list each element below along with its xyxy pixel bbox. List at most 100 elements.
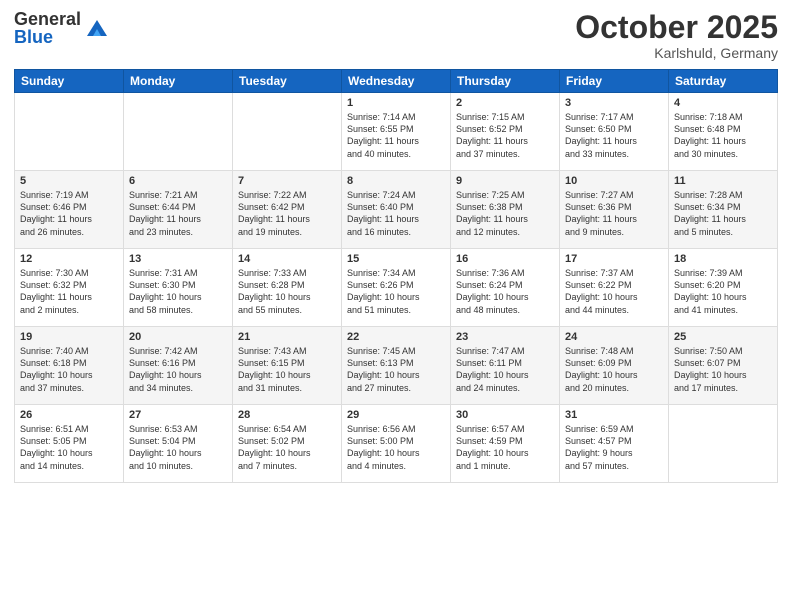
day-number: 14 — [238, 253, 336, 265]
calendar-day-30: 30 Sunrise: 6:57 AM Sunset: 4:59 PM Dayli… — [451, 405, 560, 483]
day-info: Sunrise: 7:43 AM Sunset: 6:15 PM Dayligh… — [238, 345, 336, 394]
calendar-day-2: 2Sunrise: 7:15 AM Sunset: 6:52 PM Daylig… — [451, 93, 560, 171]
calendar-day-12: 12 Sunrise: 7:30 AM Sunset: 6:32 PM Dayli… — [15, 249, 124, 327]
day-info: Sunrise: 7:42 AM Sunset: 6:16 PM Dayligh… — [129, 345, 227, 394]
day-info: Sunrise: 7:33 AM Sunset: 6:28 PM Dayligh… — [238, 267, 336, 316]
calendar-day-16: 16Sunrise: 7:36 AM Sunset: 6:24 PM Dayli… — [451, 249, 560, 327]
day-number: 4 — [674, 97, 772, 109]
day-info: Sunrise: 7:17 AM Sunset: 6:50 PM Dayligh… — [565, 111, 663, 160]
day-number: 22 — [347, 331, 445, 343]
day-number: 21 — [238, 331, 336, 343]
day-number: 31 — [565, 409, 663, 421]
calendar-header-row: SundayMondayTuesdayWednesdayThursdayFrid… — [15, 70, 778, 93]
day-info: Sunrise: 7:40 AM Sunset: 6:18 PM Dayligh… — [20, 345, 118, 394]
day-info: Sunrise: 7:50 AM Sunset: 6:07 PM Dayligh… — [674, 345, 772, 394]
day-number: 29 — [347, 409, 445, 421]
calendar-day-23: 23 Sunrise: 7:47 AM Sunset: 6:11 PM Dayli… — [451, 327, 560, 405]
calendar-day-29: 29 Sunrise: 6:56 AM Sunset: 5:00 PM Dayli… — [342, 405, 451, 483]
calendar-day-4: 4Sunrise: 7:18 AM Sunset: 6:48 PM Daylig… — [669, 93, 778, 171]
day-number: 30 — [456, 409, 554, 421]
calendar-day-13: 13 Sunrise: 7:31 AM Sunset: 6:30 PM Dayli… — [124, 249, 233, 327]
calendar-day-19: 19 Sunrise: 7:40 AM Sunset: 6:18 PM Dayli… — [15, 327, 124, 405]
day-info: Sunrise: 6:57 AM Sunset: 4:59 PM Dayligh… — [456, 423, 554, 472]
day-number: 6 — [129, 175, 227, 187]
day-header-thursday: Thursday — [451, 70, 560, 93]
day-header-friday: Friday — [560, 70, 669, 93]
day-number: 10 — [565, 175, 663, 187]
day-number: 12 — [20, 253, 118, 265]
day-number: 25 — [674, 331, 772, 343]
day-header-wednesday: Wednesday — [342, 70, 451, 93]
day-info: Sunrise: 7:47 AM Sunset: 6:11 PM Dayligh… — [456, 345, 554, 394]
calendar-day-28: 28 Sunrise: 6:54 AM Sunset: 5:02 PM Dayli… — [233, 405, 342, 483]
calendar-day-3: 3 Sunrise: 7:17 AM Sunset: 6:50 PM Daylig… — [560, 93, 669, 171]
calendar-day-15: 15 Sunrise: 7:34 AM Sunset: 6:26 PM Dayli… — [342, 249, 451, 327]
day-info: Sunrise: 6:54 AM Sunset: 5:02 PM Dayligh… — [238, 423, 336, 472]
day-info: Sunrise: 7:36 AM Sunset: 6:24 PM Dayligh… — [456, 267, 554, 316]
calendar-day-7: 7Sunrise: 7:22 AM Sunset: 6:42 PM Daylig… — [233, 171, 342, 249]
calendar-day-20: 20 Sunrise: 7:42 AM Sunset: 6:16 PM Dayli… — [124, 327, 233, 405]
day-info: Sunrise: 7:28 AM Sunset: 6:34 PM Dayligh… — [674, 189, 772, 238]
logo-general: General — [14, 10, 81, 28]
day-number: 23 — [456, 331, 554, 343]
day-number: 2 — [456, 97, 554, 109]
calendar-day-17: 17 Sunrise: 7:37 AM Sunset: 6:22 PM Dayli… — [560, 249, 669, 327]
calendar-day-1: 1Sunrise: 7:14 AM Sunset: 6:55 PM Daylig… — [342, 93, 451, 171]
calendar-day-27: 27 Sunrise: 6:53 AM Sunset: 5:04 PM Dayli… — [124, 405, 233, 483]
day-number: 19 — [20, 331, 118, 343]
day-info: Sunrise: 7:27 AM Sunset: 6:36 PM Dayligh… — [565, 189, 663, 238]
calendar-day-24: 24Sunrise: 7:48 AM Sunset: 6:09 PM Dayli… — [560, 327, 669, 405]
calendar-day-10: 10 Sunrise: 7:27 AM Sunset: 6:36 PM Dayli… — [560, 171, 669, 249]
day-info: Sunrise: 7:34 AM Sunset: 6:26 PM Dayligh… — [347, 267, 445, 316]
day-number: 11 — [674, 175, 772, 187]
day-info: Sunrise: 7:31 AM Sunset: 6:30 PM Dayligh… — [129, 267, 227, 316]
day-info: Sunrise: 7:22 AM Sunset: 6:42 PM Dayligh… — [238, 189, 336, 238]
day-info: Sunrise: 6:56 AM Sunset: 5:00 PM Dayligh… — [347, 423, 445, 472]
calendar-day-25: 25 Sunrise: 7:50 AM Sunset: 6:07 PM Dayli… — [669, 327, 778, 405]
day-number: 28 — [238, 409, 336, 421]
day-number: 26 — [20, 409, 118, 421]
calendar-day-11: 11 Sunrise: 7:28 AM Sunset: 6:34 PM Dayli… — [669, 171, 778, 249]
day-info: Sunrise: 7:45 AM Sunset: 6:13 PM Dayligh… — [347, 345, 445, 394]
calendar-week-row: 19 Sunrise: 7:40 AM Sunset: 6:18 PM Dayli… — [15, 327, 778, 405]
calendar-day-5: 5Sunrise: 7:19 AM Sunset: 6:46 PM Daylig… — [15, 171, 124, 249]
day-info: Sunrise: 7:39 AM Sunset: 6:20 PM Dayligh… — [674, 267, 772, 316]
calendar-day-9: 9 Sunrise: 7:25 AM Sunset: 6:38 PM Daylig… — [451, 171, 560, 249]
calendar-week-row: 26 Sunrise: 6:51 AM Sunset: 5:05 PM Dayli… — [15, 405, 778, 483]
day-number: 3 — [565, 97, 663, 109]
day-number: 9 — [456, 175, 554, 187]
calendar-week-row: 5Sunrise: 7:19 AM Sunset: 6:46 PM Daylig… — [15, 171, 778, 249]
day-info: Sunrise: 7:30 AM Sunset: 6:32 PM Dayligh… — [20, 267, 118, 316]
logo-text: General Blue — [14, 10, 81, 46]
title-block: October 2025 Karlshuld, Germany — [575, 10, 778, 61]
day-number: 15 — [347, 253, 445, 265]
day-number: 17 — [565, 253, 663, 265]
calendar-day-21: 21 Sunrise: 7:43 AM Sunset: 6:15 PM Dayli… — [233, 327, 342, 405]
day-info: Sunrise: 7:19 AM Sunset: 6:46 PM Dayligh… — [20, 189, 118, 238]
day-number: 20 — [129, 331, 227, 343]
day-info: Sunrise: 6:51 AM Sunset: 5:05 PM Dayligh… — [20, 423, 118, 472]
calendar-day-14: 14 Sunrise: 7:33 AM Sunset: 6:28 PM Dayli… — [233, 249, 342, 327]
day-info: Sunrise: 7:14 AM Sunset: 6:55 PM Dayligh… — [347, 111, 445, 160]
day-info: Sunrise: 6:53 AM Sunset: 5:04 PM Dayligh… — [129, 423, 227, 472]
day-number: 8 — [347, 175, 445, 187]
calendar-empty-cell — [124, 93, 233, 171]
calendar-day-31: 31Sunrise: 6:59 AM Sunset: 4:57 PM Dayli… — [560, 405, 669, 483]
page-header: General Blue October 2025 Karlshuld, Ger… — [14, 10, 778, 61]
day-header-saturday: Saturday — [669, 70, 778, 93]
day-number: 18 — [674, 253, 772, 265]
day-header-monday: Monday — [124, 70, 233, 93]
day-header-tuesday: Tuesday — [233, 70, 342, 93]
day-info: Sunrise: 7:37 AM Sunset: 6:22 PM Dayligh… — [565, 267, 663, 316]
day-info: Sunrise: 7:24 AM Sunset: 6:40 PM Dayligh… — [347, 189, 445, 238]
calendar-day-8: 8 Sunrise: 7:24 AM Sunset: 6:40 PM Daylig… — [342, 171, 451, 249]
logo-blue: Blue — [14, 28, 81, 46]
day-header-sunday: Sunday — [15, 70, 124, 93]
day-info: Sunrise: 7:25 AM Sunset: 6:38 PM Dayligh… — [456, 189, 554, 238]
location: Karlshuld, Germany — [575, 45, 778, 61]
calendar-empty-cell — [15, 93, 124, 171]
day-info: Sunrise: 7:21 AM Sunset: 6:44 PM Dayligh… — [129, 189, 227, 238]
calendar-week-row: 12 Sunrise: 7:30 AM Sunset: 6:32 PM Dayli… — [15, 249, 778, 327]
day-number: 27 — [129, 409, 227, 421]
day-number: 13 — [129, 253, 227, 265]
